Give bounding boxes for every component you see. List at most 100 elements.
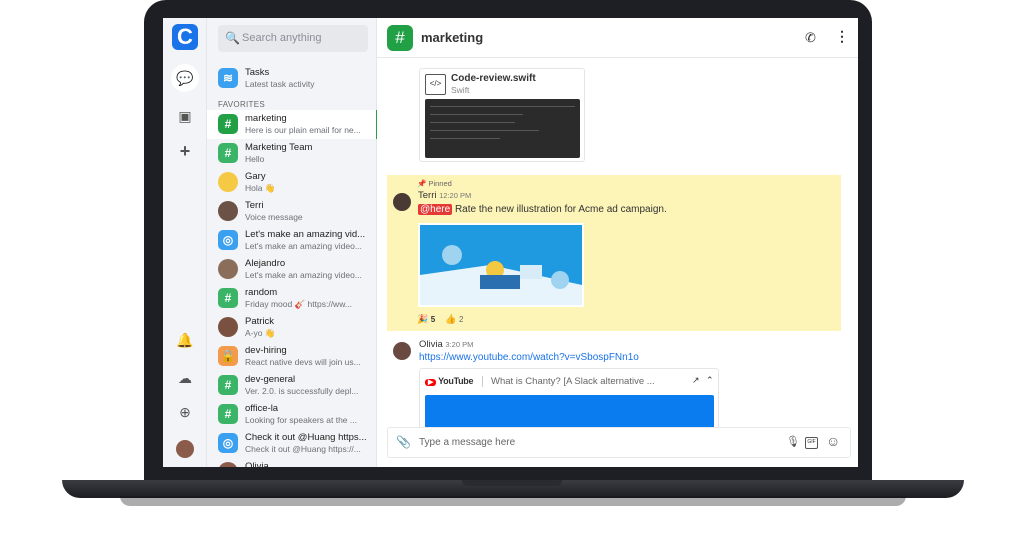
item-preview: Check it out @Huang https://... xyxy=(245,444,361,454)
channel-hash-icon: # xyxy=(387,25,413,51)
file-name: Code-review.swift xyxy=(451,73,536,84)
message-meta: Olivia 3:20 PM xyxy=(419,339,473,350)
pinned-message: 📌 Pinned Terri 12:20 PM @here Rate the n… xyxy=(387,175,841,331)
attach-paperclip-icon[interactable]: 📎 xyxy=(396,435,411,449)
user-avatar[interactable] xyxy=(176,440,194,458)
conversation-item[interactable]: # office-la Looking for speakers at the … xyxy=(207,400,377,429)
file-type: Swift xyxy=(451,85,470,95)
open-external-icon[interactable]: ↗ xyxy=(692,375,700,386)
conversation-item[interactable]: # random Friday mood 🎸 https://ww... xyxy=(207,284,377,313)
user-avatar xyxy=(218,462,238,467)
file-attachment[interactable]: </> Code-review.swift Swift xyxy=(419,68,585,162)
channel-icon: # xyxy=(218,404,238,424)
item-name: marketing xyxy=(245,113,287,124)
conversation-item[interactable]: # marketing Here is our plain email for … xyxy=(207,110,378,139)
gif-icon[interactable]: GIF xyxy=(805,437,818,449)
item-name: office-la xyxy=(245,403,279,414)
reaction-count: 5 xyxy=(430,315,436,324)
conversation-item[interactable]: ◎ Let's make an amazing vid... Let's mak… xyxy=(207,226,377,255)
conversation-item[interactable]: 🔒 dev-hiring React native devs will join… xyxy=(207,342,377,371)
reactions: 🎉 5 👍 2 xyxy=(417,314,463,325)
reaction-party[interactable]: 🎉 5 xyxy=(417,314,435,324)
microphone-icon[interactable]: 🎙 xyxy=(786,435,800,448)
item-preview: Let's make an amazing video... xyxy=(245,241,362,251)
private-icon: 🔒 xyxy=(218,346,238,366)
search-placeholder: Search anything xyxy=(242,32,322,44)
thumbs-up-emoji-icon: 👍 xyxy=(445,314,457,324)
channel-icon: # xyxy=(218,375,238,395)
item-name: Olivia xyxy=(245,461,269,467)
author[interactable]: Terri xyxy=(418,190,436,201)
item-name: Marketing Team xyxy=(245,142,313,153)
item-preview: A-yo 👋 xyxy=(245,328,276,338)
conversation-item[interactable]: ◎ Check it out @Huang https... Check it … xyxy=(207,429,377,458)
message-composer[interactable]: 📎 Type a message here 🎙 GIF ☺ xyxy=(387,427,851,458)
channel-icon: # xyxy=(218,143,238,163)
pin-icon: 📌 xyxy=(417,179,427,188)
contacts-icon[interactable]: ▣ xyxy=(171,102,199,130)
favorites-heading: FAVORITES xyxy=(218,100,266,109)
conversation-item[interactable]: Olivia xyxy=(207,458,377,467)
user-avatar xyxy=(218,201,238,221)
timestamp: 12:20 PM xyxy=(439,191,472,200)
item-preview: Voice message xyxy=(245,212,303,222)
chat-panel: # marketing ✆ ⋮ </> Code-review.swift Sw… xyxy=(377,18,858,467)
conversation-item[interactable]: Terri Voice message xyxy=(207,197,377,226)
item-name: Let's make an amazing vid... xyxy=(245,229,366,240)
chat-header: # marketing ✆ ⋮ xyxy=(377,18,858,58)
help-lifebuoy-icon[interactable]: ⊕ xyxy=(171,398,199,426)
item-name: Alejandro xyxy=(245,258,286,269)
code-file-icon: </> xyxy=(425,74,446,95)
pinned-label: 📌 Pinned xyxy=(417,179,452,188)
illustration-graphic xyxy=(420,245,582,305)
conversation-list: 🔍 Search anything ≋ Tasks Latest task act… xyxy=(207,18,378,467)
item-name: Check it out @Huang https... xyxy=(245,432,367,443)
rss-icon: ≋ xyxy=(218,68,238,88)
message-text: @here Rate the new illustration for Acme… xyxy=(418,204,667,215)
item-name: random xyxy=(245,287,278,298)
channel-title: marketing xyxy=(421,30,484,45)
item-preview: Let's make an amazing video... xyxy=(245,270,362,280)
cloud-download-icon[interactable]: ☁ xyxy=(171,364,199,392)
tasks-item[interactable]: ≋ Tasks Latest task activity xyxy=(207,64,377,93)
terri-avatar[interactable] xyxy=(393,193,411,211)
item-preview: Ver. 2.0. is successfully depl... xyxy=(245,386,359,396)
illustration-image[interactable] xyxy=(418,223,584,307)
more-vertical-icon[interactable]: ⋮ xyxy=(835,28,849,45)
channel-icon: # xyxy=(218,114,238,134)
party-emoji-icon: 🎉 xyxy=(417,314,429,324)
item-name: Gary xyxy=(245,171,266,182)
code-preview xyxy=(425,99,580,158)
bell-icon[interactable]: 🔔 xyxy=(171,326,199,354)
plus-icon[interactable]: + xyxy=(171,137,199,165)
message-input-placeholder[interactable]: Type a message here xyxy=(419,437,515,448)
collapse-chevron-icon[interactable]: ⌃ xyxy=(706,375,714,386)
reaction-count: 2 xyxy=(458,315,464,324)
item-preview: Looking for speakers at the ... xyxy=(245,415,357,425)
group-icon: ◎ xyxy=(218,433,238,453)
group-icon: ◎ xyxy=(218,230,238,250)
olivia-avatar[interactable] xyxy=(393,342,411,360)
preview-title: What is Chanty? [A Slack alternative ... xyxy=(482,376,655,387)
reaction-thumbs-up[interactable]: 👍 2 xyxy=(445,314,463,324)
phone-icon[interactable]: ✆ xyxy=(805,30,816,46)
search-icon: 🔍 xyxy=(225,31,240,45)
search-input[interactable]: 🔍 Search anything xyxy=(218,25,368,52)
chat-icon[interactable]: 💬 xyxy=(171,64,199,92)
user-avatar xyxy=(218,317,238,337)
conversation-item[interactable]: # Marketing Team Hello xyxy=(207,139,377,168)
conversation-item[interactable]: Gary Hola 👋 xyxy=(207,168,377,197)
item-name: Terri xyxy=(245,200,264,211)
youtube-link[interactable]: https://www.youtube.com/watch?v=vSbospFN… xyxy=(419,352,639,363)
item-name: dev-hiring xyxy=(245,345,287,356)
author[interactable]: Olivia xyxy=(419,339,443,350)
emoji-smiley-icon[interactable]: ☺ xyxy=(826,433,840,449)
conversation-item[interactable]: Alejandro Let's make an amazing video... xyxy=(207,255,377,284)
mention-badge[interactable]: @here xyxy=(418,204,453,215)
conversation-item[interactable]: # dev-general Ver. 2.0. is successfully … xyxy=(207,371,377,400)
item-preview: Hola 👋 xyxy=(245,183,276,193)
conversation-item[interactable]: Patrick A-yo 👋 xyxy=(207,313,377,342)
user-avatar xyxy=(218,259,238,279)
preview-source: YouTube xyxy=(438,376,474,386)
message-body: Rate the new illustration for Acme ad ca… xyxy=(454,204,667,215)
